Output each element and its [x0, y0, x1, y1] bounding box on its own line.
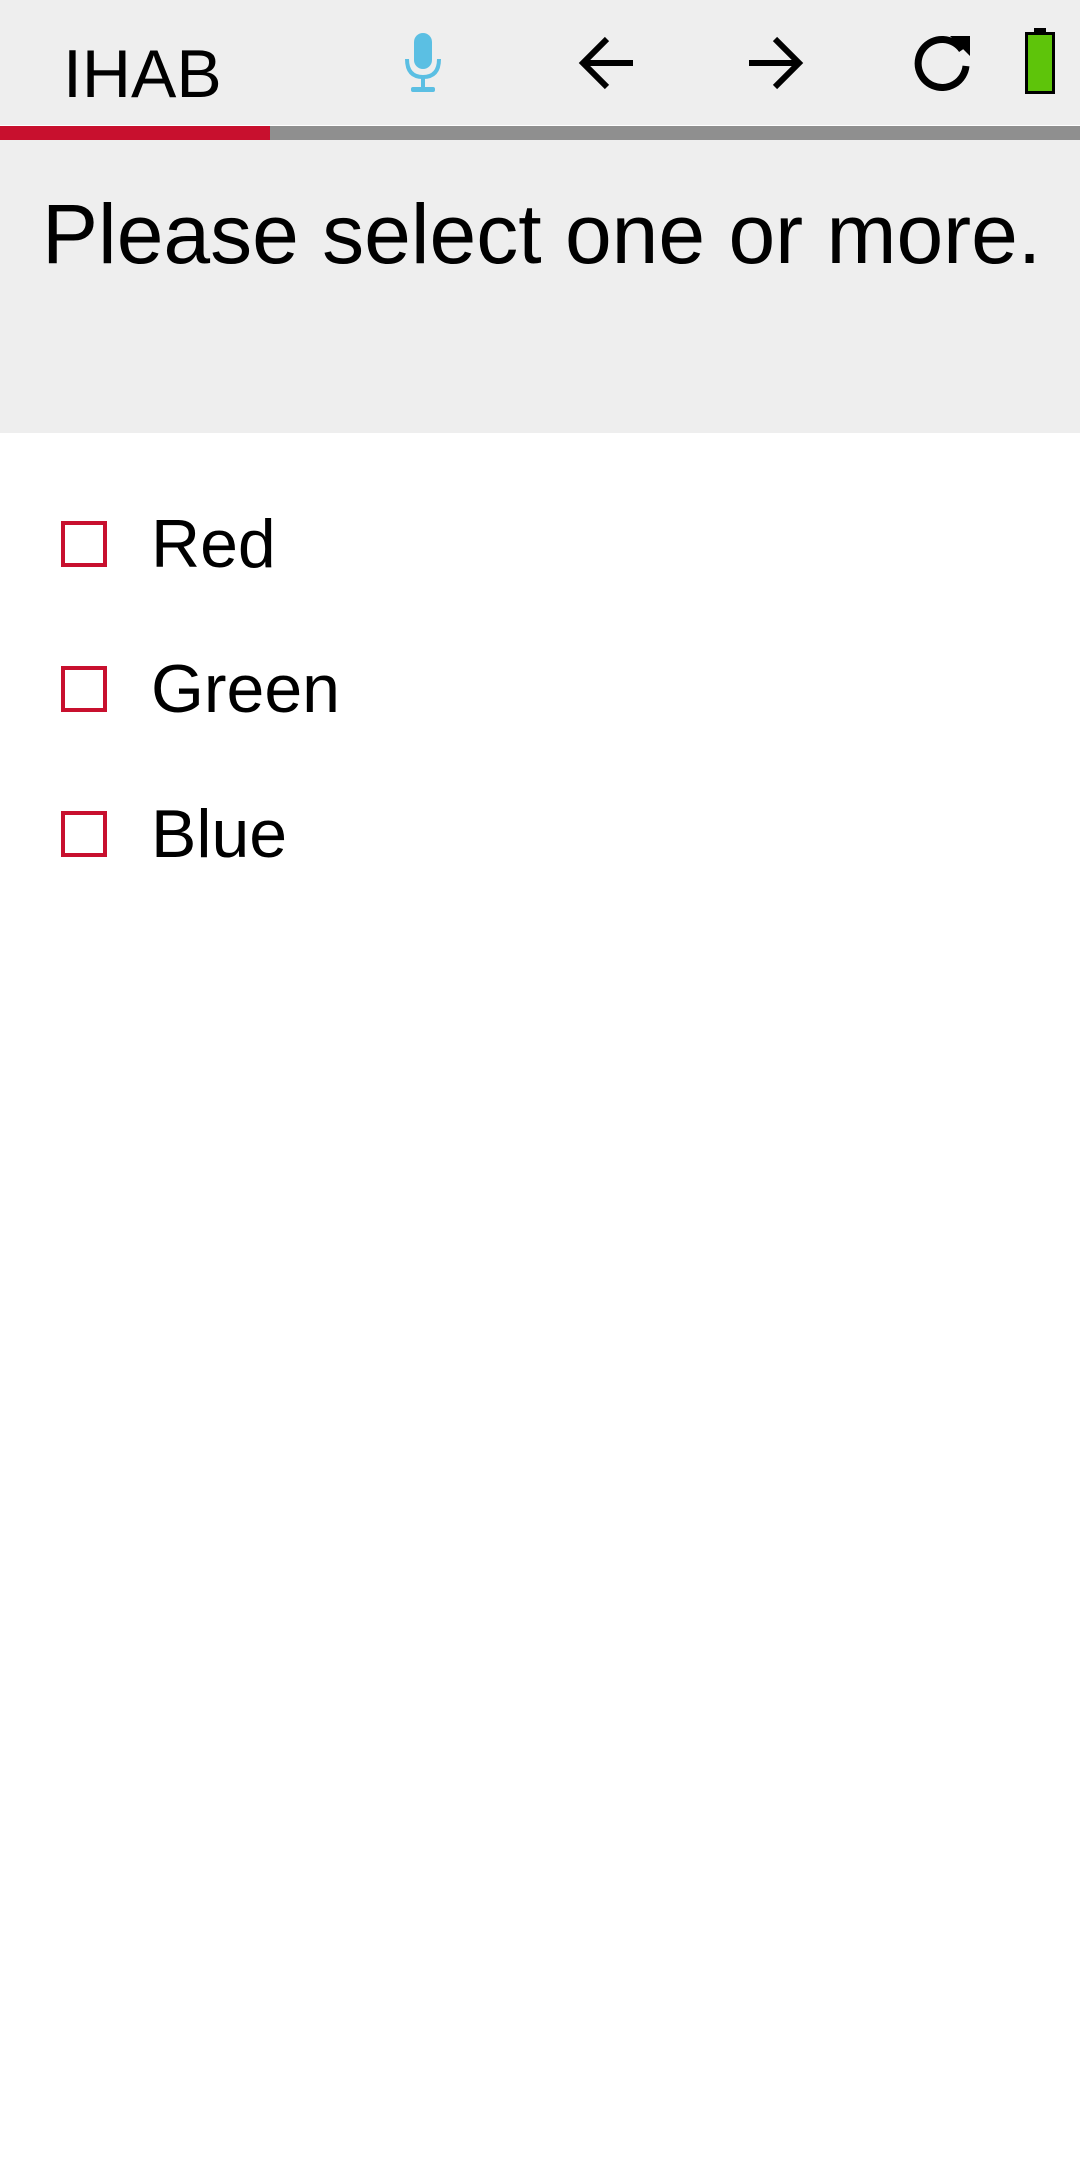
arrow-left-icon	[578, 36, 633, 90]
app-title: IHAB	[63, 36, 222, 112]
option-label: Blue	[151, 796, 288, 872]
option-red[interactable]: Red	[0, 486, 1080, 606]
option-label: Red	[151, 506, 276, 582]
option-blue[interactable]: Blue	[0, 776, 1080, 896]
battery-icon	[1025, 28, 1055, 94]
refresh-button[interactable]	[898, 23, 988, 103]
forward-button[interactable]	[730, 23, 820, 103]
progress-bar-fill	[0, 126, 270, 140]
checkbox[interactable]	[61, 811, 107, 857]
checkbox[interactable]	[61, 521, 107, 567]
arrow-right-icon	[749, 36, 804, 90]
checkbox[interactable]	[61, 666, 107, 712]
microphone-button[interactable]	[378, 23, 468, 103]
progress-bar	[0, 126, 1080, 140]
top-toolbar: IHAB	[0, 0, 1080, 125]
app-screen: IHAB Please select one or more. Red Gree…	[0, 0, 1080, 2160]
refresh-icon	[914, 35, 970, 91]
question-header: Please select one or more.	[0, 140, 1080, 433]
microphone-icon	[405, 33, 441, 92]
back-button[interactable]	[562, 23, 652, 103]
option-green[interactable]: Green	[0, 631, 1080, 751]
option-label: Green	[151, 651, 340, 727]
question-text: Please select one or more.	[42, 187, 1042, 281]
